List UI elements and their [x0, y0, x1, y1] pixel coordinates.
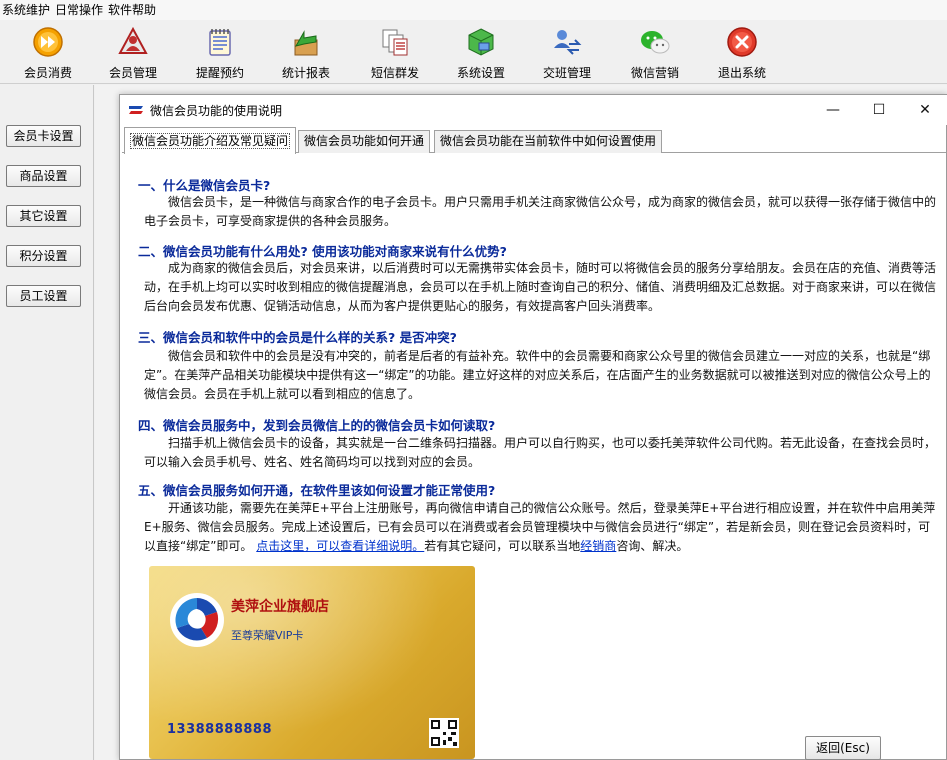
section-heading: 四、微信会员服务中，发到会员微信上的的微信会员卡如何读取? [138, 418, 496, 433]
menu-daily[interactable]: 日常操作 [53, 0, 106, 20]
section-heading: 三、微信会员和软件中的会员是什么样的关系? 是否冲突? [138, 330, 457, 345]
exit-button[interactable]: 退出系统 [702, 24, 782, 80]
qr-code-icon [429, 718, 459, 748]
dialog-titlebar: 微信会员功能的使用说明 — ☐ ✕ [120, 95, 947, 125]
product-settings-button[interactable]: 商品设置 [6, 165, 81, 187]
reminder-button[interactable]: 提醒预约 [180, 24, 260, 80]
tab-strip: 微信会员功能介绍及常见疑问 微信会员功能如何开通 微信会员功能在当前软件中如何设… [122, 127, 946, 154]
documents-icon [382, 29, 408, 56]
wechat-marketing-button[interactable]: 微信营销 [615, 24, 695, 80]
section-body: 微信会员卡，是一种微信与商家合作的电子会员卡。用户只需用手机关注商家微信公众号，… [144, 195, 937, 228]
minimize-button[interactable]: — [810, 95, 856, 125]
tab-software-setup[interactable]: 微信会员功能在当前软件中如何设置使用 [434, 130, 663, 153]
section-body: 成为商家的微信会员后，对会员来讲，以后消费时可以无需携带实体会员卡，随时可以将微… [144, 261, 937, 313]
member-card-icon [118, 26, 148, 54]
cube-settings-icon [468, 28, 494, 56]
card-number: 13388888888 [167, 722, 272, 737]
menu-system[interactable]: 系统维护 [0, 0, 53, 20]
back-button[interactable]: 返回(Esc) [805, 736, 881, 760]
app-logo-icon [129, 106, 143, 114]
exit-icon [727, 27, 757, 57]
dialog-title: 微信会员功能的使用说明 [150, 104, 283, 118]
menu-bar: 系统维护 日常操作 软件帮助 [0, 0, 947, 20]
notepad-icon [209, 29, 231, 56]
section-body: 微信会员和软件中的会员是没有冲突的，前者是后者的有益补充。软件中的会员需要和商家… [144, 349, 931, 401]
card-brand: 美萍企业旗舰店 [231, 599, 329, 615]
member-manage-button[interactable]: 会员管理 [93, 24, 173, 80]
dealer-link[interactable]: 经销商 [580, 539, 616, 553]
vip-card-image: 美萍企业旗舰店 至尊荣耀VIP卡 13388888888 [149, 566, 475, 759]
member-consume-button[interactable]: 会员消费 [8, 24, 88, 80]
section-body: 扫描手机上微信会员卡的设备，其实就是一台二维条码扫描器。用户可以自行购买，也可以… [144, 436, 937, 469]
user-swap-icon [554, 30, 582, 55]
section-heading: 五、微信会员服务如何开通，在软件里该如何设置才能正常使用? [138, 483, 496, 498]
tab-how-to-open[interactable]: 微信会员功能如何开通 [298, 130, 431, 153]
forward-circle-icon [33, 27, 63, 57]
chart-arrow-icon [294, 30, 318, 56]
section-heading: 一、什么是微信会员卡? [138, 178, 271, 193]
shift-manage-button[interactable]: 交班管理 [527, 24, 607, 80]
sms-button[interactable]: 短信群发 [355, 24, 435, 80]
wechat-help-dialog: 微信会员功能的使用说明 — ☐ ✕ 微信会员功能介绍及常见疑问 微信会员功能如何… [119, 94, 947, 760]
toolbar: 会员消费 会员管理 提醒预约 统计报表 短信群发 系统设置 交班管理 微信营销 … [0, 20, 947, 84]
section-body: 开通该功能，需要先在美萍E+平台上注册账号，再向微信申请自己的微信公众账号。然后… [144, 501, 936, 553]
report-button[interactable]: 统计报表 [266, 24, 346, 80]
maximize-button[interactable]: ☐ [856, 95, 902, 125]
card-settings-button[interactable]: 会员卡设置 [6, 125, 81, 147]
system-settings-button[interactable]: 系统设置 [441, 24, 521, 80]
close-button[interactable]: ✕ [902, 95, 947, 125]
help-content: 一、什么是微信会员卡? 微信会员卡，是一种微信与商家合作的电子会员卡。用户只需用… [122, 155, 946, 759]
tab-intro-faq[interactable]: 微信会员功能介绍及常见疑问 [124, 127, 297, 154]
staff-settings-button[interactable]: 员工设置 [6, 285, 81, 307]
card-subtitle: 至尊荣耀VIP卡 [231, 629, 304, 642]
menu-help[interactable]: 软件帮助 [106, 0, 159, 20]
section-heading: 二、微信会员功能有什么用处? 使用该功能对商家来说有什么优势? [138, 244, 507, 259]
other-settings-button[interactable]: 其它设置 [6, 205, 81, 227]
wechat-icon [641, 31, 670, 54]
details-link[interactable]: 点击这里，可以查看详细说明。 [256, 539, 424, 553]
settings-sidebar: 会员卡设置 商品设置 其它设置 积分设置 员工设置 [0, 85, 94, 760]
points-settings-button[interactable]: 积分设置 [6, 245, 81, 267]
brand-logo-icon [170, 593, 224, 647]
